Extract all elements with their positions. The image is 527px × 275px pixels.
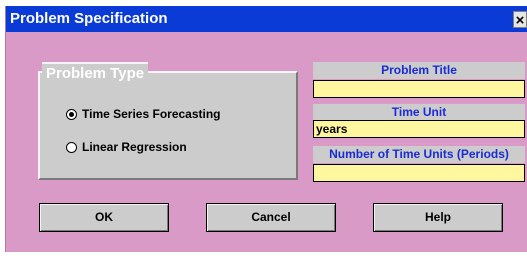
radio-label-time-series: Time Series Forecasting <box>82 107 221 121</box>
title-bar[interactable]: Problem Specification × <box>5 6 527 32</box>
problem-title-label: Problem Title <box>313 62 525 79</box>
window-title: Problem Specification <box>10 10 168 27</box>
ok-button[interactable]: OK <box>39 203 169 232</box>
radio-time-series-forecasting[interactable]: Time Series Forecasting <box>66 106 221 122</box>
close-icon[interactable]: × <box>513 11 527 29</box>
radio-label-linear-regression: Linear Regression <box>82 140 187 154</box>
cancel-button[interactable]: Cancel <box>206 203 336 232</box>
problem-type-legend: Problem Type <box>42 62 149 84</box>
time-unit-input[interactable]: years <box>313 120 525 138</box>
radio-unselected-icon[interactable] <box>66 141 77 153</box>
problem-type-group <box>38 71 298 180</box>
number-of-time-units-input[interactable] <box>313 164 525 182</box>
left-border <box>5 6 6 252</box>
problem-specification-dialog: Problem Specification × Problem Type Tim… <box>0 0 527 275</box>
number-of-time-units-label: Number of Time Units (Periods) <box>313 146 525 163</box>
radio-linear-regression[interactable]: Linear Regression <box>66 139 187 155</box>
bottom-strip <box>0 252 527 275</box>
problem-title-input[interactable] <box>313 80 525 98</box>
help-button[interactable]: Help <box>373 203 503 232</box>
radio-selected-icon[interactable] <box>66 108 77 120</box>
time-unit-label: Time Unit <box>313 104 525 121</box>
